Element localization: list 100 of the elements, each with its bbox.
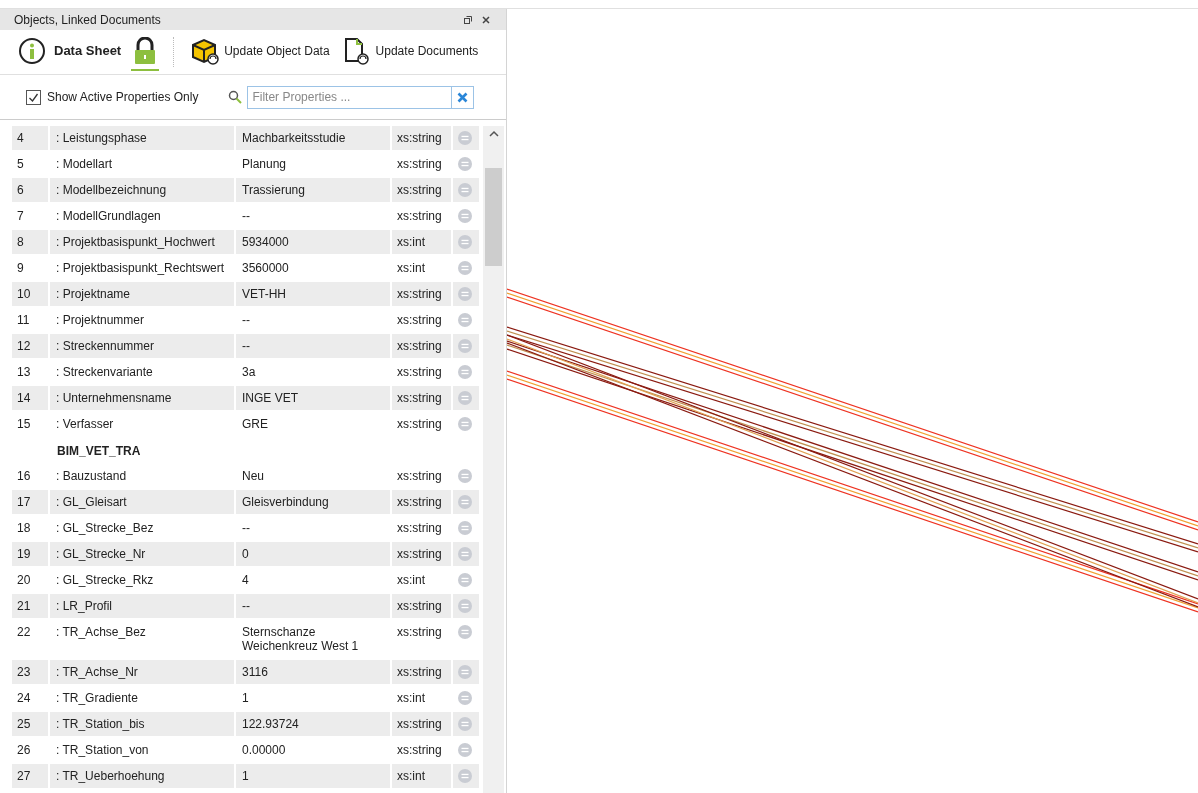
padlock-icon — [133, 37, 158, 65]
property-row[interactable]: 25 : TR_Station_bis 122.93724 xs:string — [12, 712, 479, 738]
property-value: 122.93724 — [236, 712, 392, 736]
property-name: : Unternehmensname — [50, 386, 236, 410]
remove-icon[interactable] — [458, 313, 472, 327]
panel-title: Objects, Linked Documents — [14, 11, 161, 29]
property-type: xs:string — [392, 386, 453, 410]
property-row[interactable]: 27 : TR_Ueberhoehung 1 xs:int — [12, 764, 479, 790]
property-type: xs:string — [392, 412, 453, 436]
property-row[interactable]: 14 : Unternehmensname INGE VET xs:string — [12, 386, 479, 412]
property-type: xs:string — [392, 490, 453, 514]
remove-icon[interactable] — [458, 131, 472, 145]
property-row[interactable]: 6 : Modellbezeichnung Trassierung xs:string — [12, 178, 479, 204]
property-row[interactable]: 8 : Projektbasispunkt_Hochwert 5934000 xs:int — [12, 230, 479, 256]
remove-icon[interactable] — [458, 625, 472, 639]
property-name: : Projektname — [50, 282, 236, 306]
property-value: Planung — [236, 152, 392, 176]
property-type: xs:string — [392, 360, 453, 384]
remove-icon[interactable] — [458, 599, 472, 613]
property-row[interactable]: 4 : Leistungsphase Machbarkeitsstudie xs:string — [12, 126, 479, 152]
remove-icon[interactable] — [458, 717, 472, 731]
property-type: xs:int — [392, 256, 453, 280]
remove-icon[interactable] — [458, 183, 472, 197]
remove-icon[interactable] — [458, 665, 472, 679]
row-number: 19 — [12, 542, 50, 566]
property-value: INGE VET — [236, 386, 392, 410]
property-type: xs:string — [392, 152, 453, 176]
remove-icon[interactable] — [458, 521, 472, 535]
remove-icon[interactable] — [458, 209, 472, 223]
property-value: 3560000 — [236, 256, 392, 280]
property-type: xs:string — [392, 204, 453, 228]
property-row[interactable]: 23 : TR_Achse_Nr 3116 xs:string — [12, 660, 479, 686]
remove-icon[interactable] — [458, 391, 472, 405]
property-row[interactable]: 17 : GL_Gleisart Gleisverbindung xs:string — [12, 490, 479, 516]
property-value: -- — [236, 334, 392, 358]
row-number: 13 — [12, 360, 50, 384]
property-name: : GL_Strecke_Nr — [50, 542, 236, 566]
active-properties-checkbox[interactable]: Show Active Properties Only — [26, 88, 199, 106]
property-name: : Projektnummer — [50, 308, 236, 332]
remove-icon[interactable] — [458, 495, 472, 509]
clear-button[interactable] — [452, 85, 475, 109]
property-type: xs:string — [392, 542, 453, 566]
scroll-up-icon[interactable] — [488, 130, 499, 138]
property-name: : TR_Achse_Bez — [50, 620, 236, 658]
property-name: : GL_Strecke_Bez — [50, 516, 236, 540]
property-row[interactable]: 19 : GL_Strecke_Nr 0 xs:string — [12, 542, 479, 568]
scrollbar[interactable] — [483, 126, 504, 793]
remove-icon[interactable] — [458, 769, 472, 783]
toolbar-button[interactable]: Update Documents — [339, 33, 481, 71]
property-name: : Bauzustand — [50, 464, 236, 488]
property-type: xs:string — [392, 660, 453, 684]
remove-icon[interactable] — [458, 157, 472, 171]
property-value: 3a — [236, 360, 392, 384]
row-number: 26 — [12, 738, 50, 762]
property-row[interactable]: 12 : Streckennummer -- xs:string — [12, 334, 479, 360]
info-icon — [18, 37, 46, 65]
property-type: xs:int — [392, 686, 453, 710]
close-icon[interactable] — [482, 15, 490, 24]
remove-icon[interactable] — [458, 235, 472, 249]
toolbar-button[interactable]: Update Object Data — [188, 33, 332, 71]
remove-icon[interactable] — [458, 365, 472, 379]
checkbox[interactable] — [26, 89, 41, 105]
property-value: 1 — [236, 764, 392, 788]
remove-icon[interactable] — [458, 339, 472, 353]
property-value: 4 — [236, 568, 392, 592]
property-type: xs:int — [392, 764, 453, 788]
search-icon — [228, 90, 243, 104]
restore-icon[interactable] — [464, 15, 472, 24]
remove-icon[interactable] — [458, 573, 472, 587]
property-name: : Projektbasispunkt_Hochwert — [50, 230, 236, 254]
property-name: : TR_Gradiente — [50, 686, 236, 710]
property-name: : Verfasser — [50, 412, 236, 436]
remove-icon[interactable] — [458, 743, 472, 757]
group-heading: BIM_VET_TRA — [57, 443, 141, 460]
property-name: : Leistungsphase — [50, 126, 236, 150]
property-name: : GL_Strecke_Rkz — [50, 568, 236, 592]
remove-icon[interactable] — [458, 287, 472, 301]
property-row[interactable]: 21 : LR_Profil -- xs:string — [12, 594, 479, 620]
remove-icon[interactable] — [458, 547, 472, 561]
property-value: Neu — [236, 464, 392, 488]
remove-icon[interactable] — [458, 469, 472, 483]
property-row[interactable]: 10 : Projektname VET-HH xs:string — [12, 282, 479, 308]
property-value: -- — [236, 308, 392, 332]
property-name: : Modellart — [50, 152, 236, 176]
property-name: : Projektbasispunkt_Rechtswert — [50, 256, 236, 280]
row-number: 10 — [12, 282, 50, 306]
row-number: 21 — [12, 594, 50, 618]
property-type: xs:string — [392, 178, 453, 202]
remove-icon[interactable] — [458, 417, 472, 431]
scrollbar-thumb[interactable] — [485, 168, 502, 266]
remove-icon[interactable] — [458, 261, 472, 275]
property-type: xs:string — [392, 620, 453, 658]
property-name: : TR_Station_von — [50, 738, 236, 762]
row-number: 6 — [12, 178, 50, 202]
row-number: 20 — [12, 568, 50, 592]
toolbar-button[interactable]: Data Sheet — [16, 33, 124, 71]
filter-field[interactable]: Filter Properties ... — [247, 85, 453, 109]
property-value: Machbarkeitsstudie — [236, 126, 392, 150]
remove-icon[interactable] — [458, 691, 472, 705]
property-value: 1 — [236, 686, 392, 710]
